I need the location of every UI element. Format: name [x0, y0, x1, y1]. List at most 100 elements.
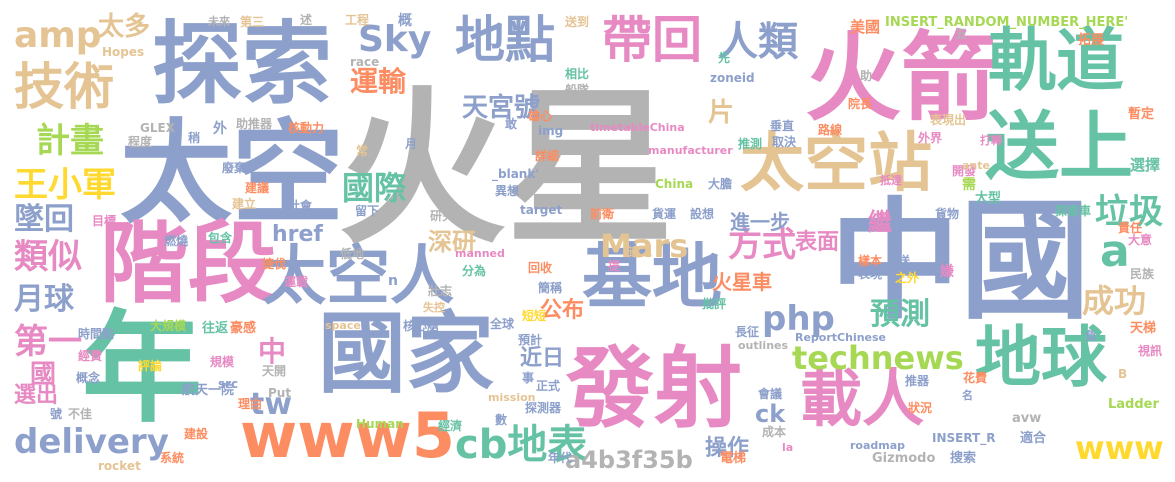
word-cloud-term: INSERT_RANDOM_NUMBER_HERE' [885, 15, 1129, 30]
word-cloud-term: 送 [898, 254, 911, 268]
word-cloud-term: 負 [1085, 329, 1098, 343]
word-cloud-term: 正式 [536, 379, 561, 393]
word-cloud-term: race [350, 55, 380, 69]
word-cloud-term: 大型 [975, 191, 1002, 206]
word-cloud-term: 往返 [202, 321, 229, 336]
word-cloud-term: 全球 [490, 317, 515, 331]
word-cloud-term: Human [356, 417, 404, 431]
word-cloud-term: 適合 [1020, 431, 1047, 446]
word-cloud-term: 預測 [870, 297, 930, 332]
word-cloud-term: 花費 [963, 371, 988, 385]
word-cloud-term: 視訊 [1138, 344, 1163, 358]
word-cloud-term: 探測器 [525, 401, 562, 415]
word-cloud-term: 表面 [795, 230, 840, 255]
word-cloud-term: roadmap [850, 439, 906, 452]
word-cloud-term: 名 [962, 389, 973, 402]
word-cloud-term: 述 [300, 13, 313, 27]
word-cloud-term: 月 [405, 137, 418, 151]
word-cloud-term: 時間點 [78, 327, 115, 341]
word-cloud-term: manufacturer [648, 144, 733, 157]
word-cloud-term: Sky [358, 19, 432, 60]
word-cloud-term: 程度 [128, 135, 153, 149]
word-cloud-term: 太多 [98, 12, 151, 42]
word-cloud-term: a4b3f35b [565, 446, 693, 474]
word-cloud-term: 樣本 [858, 254, 883, 268]
word-cloud-term: 取決 [772, 135, 797, 149]
word-cloud-term: 助 [860, 69, 873, 83]
word-cloud-term: img [538, 124, 564, 138]
word-cloud-term: avw [1012, 411, 1042, 426]
word-cloud-term: 核心艙 [403, 319, 440, 333]
word-cloud-term: 號 [50, 407, 63, 421]
word-cloud-term: 垂直 [770, 119, 795, 133]
word-cloud-term: 不佳 [68, 407, 93, 421]
word-cloud-term: 地點 [455, 11, 555, 69]
word-cloud-term: 電梯 [720, 451, 747, 466]
word-cloud-term: 貨運 [652, 207, 677, 221]
word-cloud-term: 建議 [245, 181, 270, 195]
word-cloud-term: 豪感 [230, 321, 257, 336]
word-cloud-term: 運載 [284, 275, 309, 289]
word-cloud-term: 院長 [848, 97, 873, 111]
word-cloud-term: 墜回 [14, 202, 74, 237]
word-cloud-term: 近日 [520, 346, 565, 371]
word-cloud-term: 廢棄 [222, 161, 247, 175]
word-cloud-term: amp [14, 15, 102, 56]
word-cloud-term: zoneid [710, 71, 755, 85]
word-cloud-term: 捷伐 [262, 257, 287, 271]
word-cloud-term: 運輸 [350, 65, 407, 98]
word-cloud-term: China [655, 177, 694, 191]
word-cloud-term: la [782, 441, 794, 454]
word-cloud-term: 表現 [858, 267, 883, 281]
word-cloud-term: 提 [608, 259, 621, 273]
word-cloud-term: 相比 [565, 67, 590, 81]
word-cloud-term: 探索 [152, 12, 332, 117]
word-cloud-term: 助推器 [236, 117, 273, 131]
word-cloud-term: 低地 [340, 247, 365, 261]
word-cloud-term: 留下 [355, 204, 380, 218]
word-cloud-term: delivery [14, 422, 169, 462]
word-cloud-term: 推測 [738, 137, 763, 151]
word-cloud-term: 建立 [232, 197, 257, 211]
word-cloud-term: 目標 [92, 214, 117, 228]
word-cloud-term: 成功 [1082, 282, 1147, 320]
word-cloud-term: 暫定 [1128, 107, 1155, 122]
word-cloud-term: 數 [495, 413, 508, 427]
word-cloud-term: 船隊 [565, 83, 590, 97]
word-cloud-term: 敢 [505, 117, 518, 131]
word-cloud-term: 嫌 [940, 264, 954, 280]
word-cloud-term: 國際 [342, 169, 407, 207]
word-cloud-term: 失控 [423, 301, 445, 314]
word-cloud-term: 概念 [76, 371, 101, 385]
word-cloud-term: 簡稱 [538, 281, 563, 295]
word-cloud-term: 稍 [188, 131, 201, 145]
word-cloud-term: 探索車 [1055, 204, 1092, 218]
word-cloud-term: rocket [98, 459, 141, 473]
word-cloud-term: 選擇 [1130, 156, 1161, 174]
word-cloud-term: 路線 [818, 123, 843, 137]
word-cloud-term: 片 [708, 98, 735, 128]
word-cloud-term: 抵達 [880, 174, 902, 187]
word-cloud-term: 燃燒 [164, 234, 189, 248]
word-cloud-term: INSERT_R [932, 431, 996, 445]
word-cloud-term: 公布 [540, 298, 585, 323]
word-cloud-term: 第三 [240, 15, 265, 29]
word-cloud-term: 外 [213, 121, 227, 137]
word-cloud-term: Hopes [102, 45, 145, 59]
word-cloud-term: 成本 [762, 425, 787, 439]
word-cloud-term: 建設 [184, 427, 209, 441]
word-cloud-term: n [388, 273, 398, 289]
word-cloud-term: href [272, 222, 324, 247]
word-cloud-term: 長征 [735, 325, 760, 339]
word-cloud-term: 送上 [985, 104, 1133, 190]
word-cloud-term: 類似 [14, 237, 82, 277]
word-cloud-term: ReportChinese [795, 331, 887, 344]
word-cloud-term: 前衛 [590, 207, 615, 221]
word-cloud-term: 送到 [565, 15, 590, 29]
word-cloud-term: 經費 [78, 349, 103, 363]
word-cloud-term: 第一 [14, 322, 82, 362]
word-cloud-term: 短短 [522, 309, 547, 323]
word-cloud-term: 經濟 [438, 419, 463, 433]
word-cloud-term: 外界 [918, 131, 943, 145]
word-cloud-term: Ladder [1108, 397, 1159, 412]
